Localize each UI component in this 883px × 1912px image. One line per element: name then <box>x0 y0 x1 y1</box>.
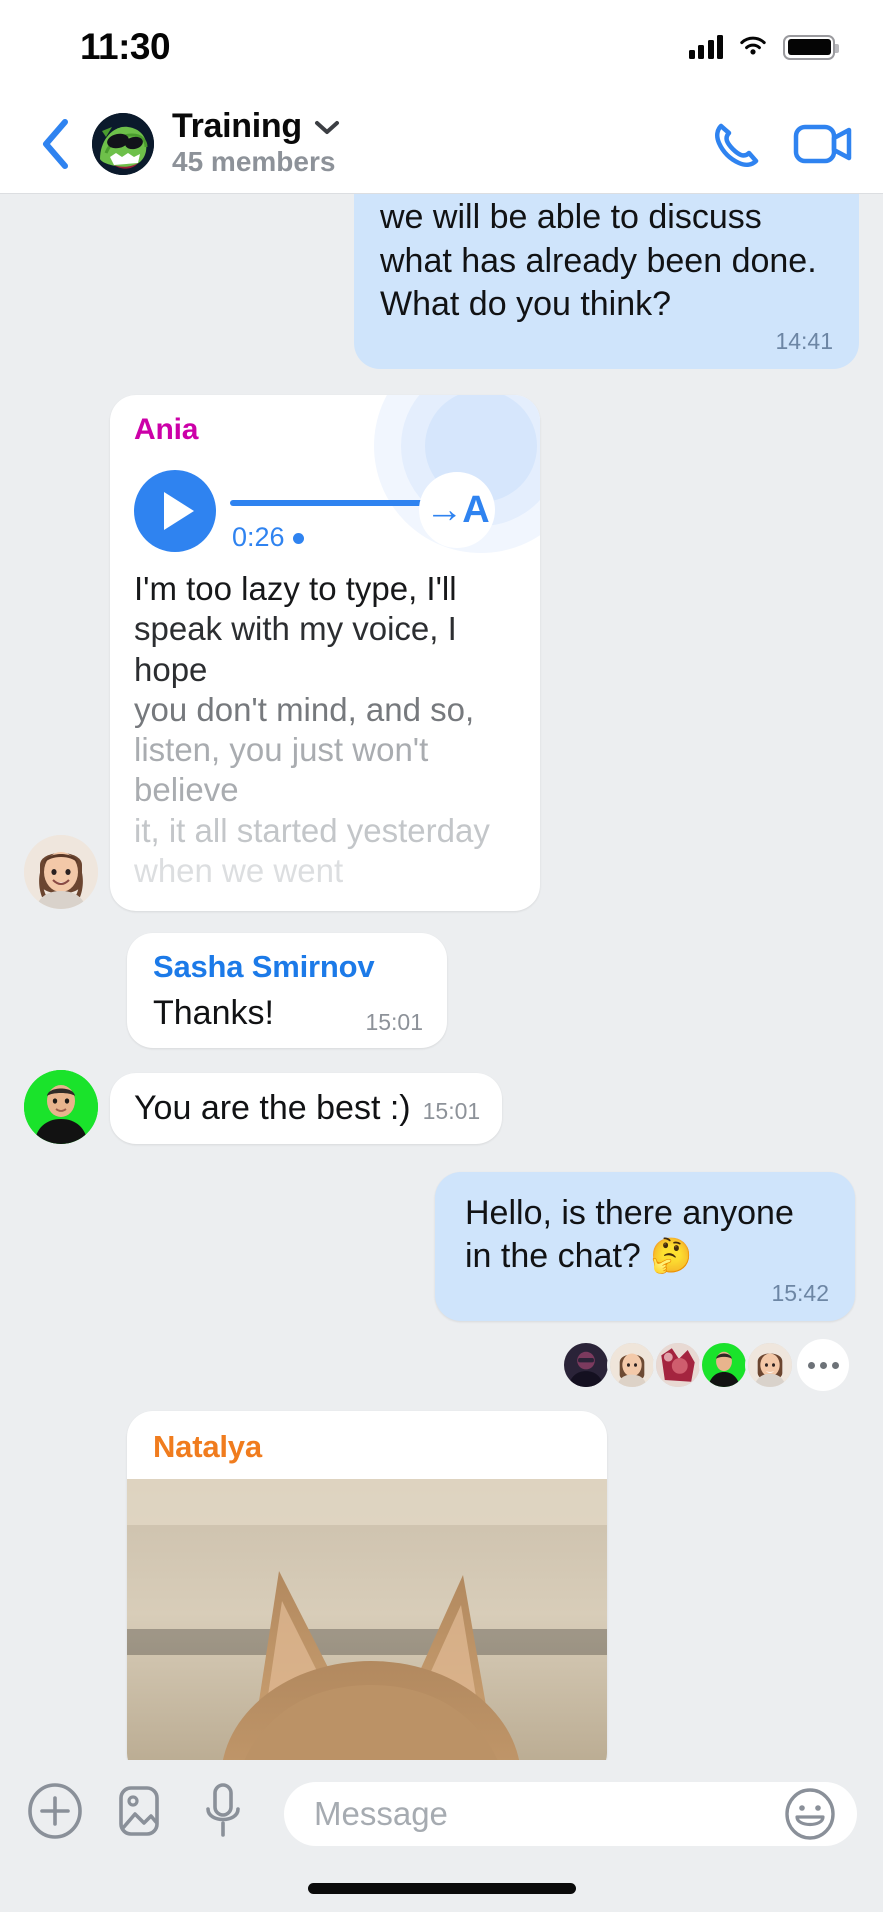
reader-2-art <box>610 1343 654 1388</box>
transcribe-to-text-icon[interactable]: →A <box>419 472 495 548</box>
cellular-signal-icon <box>688 35 723 59</box>
sender-name: Sasha Smirnov <box>153 949 375 984</box>
microphone-icon[interactable] <box>194 1782 252 1840</box>
status-indicators <box>688 34 839 60</box>
back-button[interactable] <box>28 117 82 171</box>
reader-avatar[interactable] <box>745 1340 795 1391</box>
message-bubble-outgoing[interactable]: Hello, is there anyone in the chat? 🤔 15… <box>435 1171 855 1322</box>
reader-5-art <box>748 1343 792 1388</box>
transcript-line: you don't mind, and so, <box>134 690 475 728</box>
image-gallery-icon[interactable] <box>110 1782 168 1840</box>
message-row-outgoing[interactable]: Hello, is there anyone in the chat? 🤔 15… <box>24 1171 859 1322</box>
member-count: 45 members <box>172 145 336 177</box>
reader-avatar[interactable] <box>653 1340 703 1391</box>
group-avatar-dinosaur[interactable] <box>92 112 154 175</box>
message-input[interactable]: Message <box>314 1795 783 1833</box>
transcript-line: it, it all started yesterday <box>134 811 490 849</box>
image-gallery-glyph <box>119 1786 159 1836</box>
message-bubble-photo[interactable]: Natalya <box>127 1411 607 1760</box>
transcript-line: I'm too lazy to type, I'll <box>134 570 457 607</box>
message-bubble-incoming[interactable]: Sasha Smirnov Thanks! 15:01 <box>127 933 447 1048</box>
cat-photo-art <box>127 1479 607 1760</box>
reader-avatar[interactable] <box>699 1340 749 1391</box>
header-titles[interactable]: Training 45 members <box>172 109 707 177</box>
message-bubble-outgoing-clipped[interactable]: Plus, by the end of the week we will be … <box>24 194 859 369</box>
smiley-emoji-icon[interactable] <box>783 1787 837 1841</box>
more-readers-icon[interactable] <box>797 1339 849 1392</box>
header-actions <box>707 117 853 171</box>
back-chevron-icon <box>43 118 68 169</box>
message-timestamp: 14:41 <box>775 328 833 354</box>
avatar-sasha-art <box>24 1069 98 1144</box>
home-indicator <box>307 1883 576 1894</box>
message-text: Hello, is there anyone in the chat? 🤔 <box>465 1193 794 1275</box>
message-timestamp: 15:01 <box>422 1097 481 1124</box>
plus-attach-icon[interactable] <box>26 1782 84 1840</box>
message-timestamp: 15:01 <box>365 1008 423 1035</box>
play-button[interactable] <box>134 470 216 552</box>
microphone-glyph <box>206 1783 240 1837</box>
voice-message-bubble[interactable]: Ania 0:26 →A I'm too lazy to type, I'll … <box>110 395 540 911</box>
message-text: You are the best :) <box>134 1088 411 1127</box>
voice-transcript-text: I'm too lazy to type, I'll speak with my… <box>134 569 516 891</box>
message-row-incoming[interactable]: You are the best :) 15:01 <box>24 1069 859 1144</box>
search-input-wrapper[interactable]: Message <box>284 1782 857 1846</box>
sender-name: Ania <box>134 413 199 446</box>
page-title: Training <box>172 107 302 146</box>
reader-avatar[interactable] <box>607 1340 657 1391</box>
avatar-ania[interactable] <box>24 835 98 909</box>
message-text: Plus, by the end of the week we will be … <box>380 198 817 323</box>
voice-player[interactable]: 0:26 →A <box>134 459 516 563</box>
transcript-line: when we went <box>134 851 344 889</box>
transcribe-label: →A <box>425 488 489 531</box>
wifi-icon <box>740 36 766 55</box>
reader-4-art <box>702 1343 746 1388</box>
status-time: 11:30 <box>80 26 171 67</box>
avatar-sasha[interactable] <box>24 1069 98 1144</box>
reader-avatar[interactable] <box>561 1340 611 1391</box>
voice-progress-line <box>230 500 430 506</box>
voice-duration: 0:26 <box>232 522 304 553</box>
avatar-ania-art <box>24 835 98 909</box>
read-receipt-avatars[interactable] <box>24 1339 849 1392</box>
status-bar: 11:30 <box>0 0 883 94</box>
unplayed-dot-icon <box>292 533 304 545</box>
transcript-line: listen, you just won't believe <box>134 731 429 809</box>
message-list[interactable]: Plus, by the end of the week we will be … <box>0 194 883 1760</box>
phone-call-icon[interactable] <box>707 117 761 171</box>
transcript-line: speak with my voice, I hope <box>134 610 457 688</box>
chevron-down-icon[interactable] <box>314 119 340 135</box>
reader-3-art <box>656 1343 700 1388</box>
video-call-icon[interactable] <box>793 120 853 168</box>
chat-header: Training 45 members <box>0 94 883 194</box>
plus-attach-glyph <box>28 1783 82 1839</box>
message-bubble-incoming[interactable]: You are the best :) 15:01 <box>110 1072 503 1144</box>
play-icon <box>164 492 194 530</box>
sender-name: Natalya <box>153 1429 262 1465</box>
battery-icon <box>783 34 839 60</box>
message-voice-transcript[interactable]: Ania 0:26 →A I'm too lazy to type, I'll … <box>24 395 859 911</box>
reader-1-art <box>564 1343 608 1388</box>
chat-screen: 11:30 Training 45 members we will be abl… <box>0 0 883 1912</box>
cat-photo[interactable] <box>127 1479 607 1760</box>
dinosaur-avatar-art <box>92 112 154 175</box>
message-timestamp: 15:42 <box>771 1280 829 1307</box>
